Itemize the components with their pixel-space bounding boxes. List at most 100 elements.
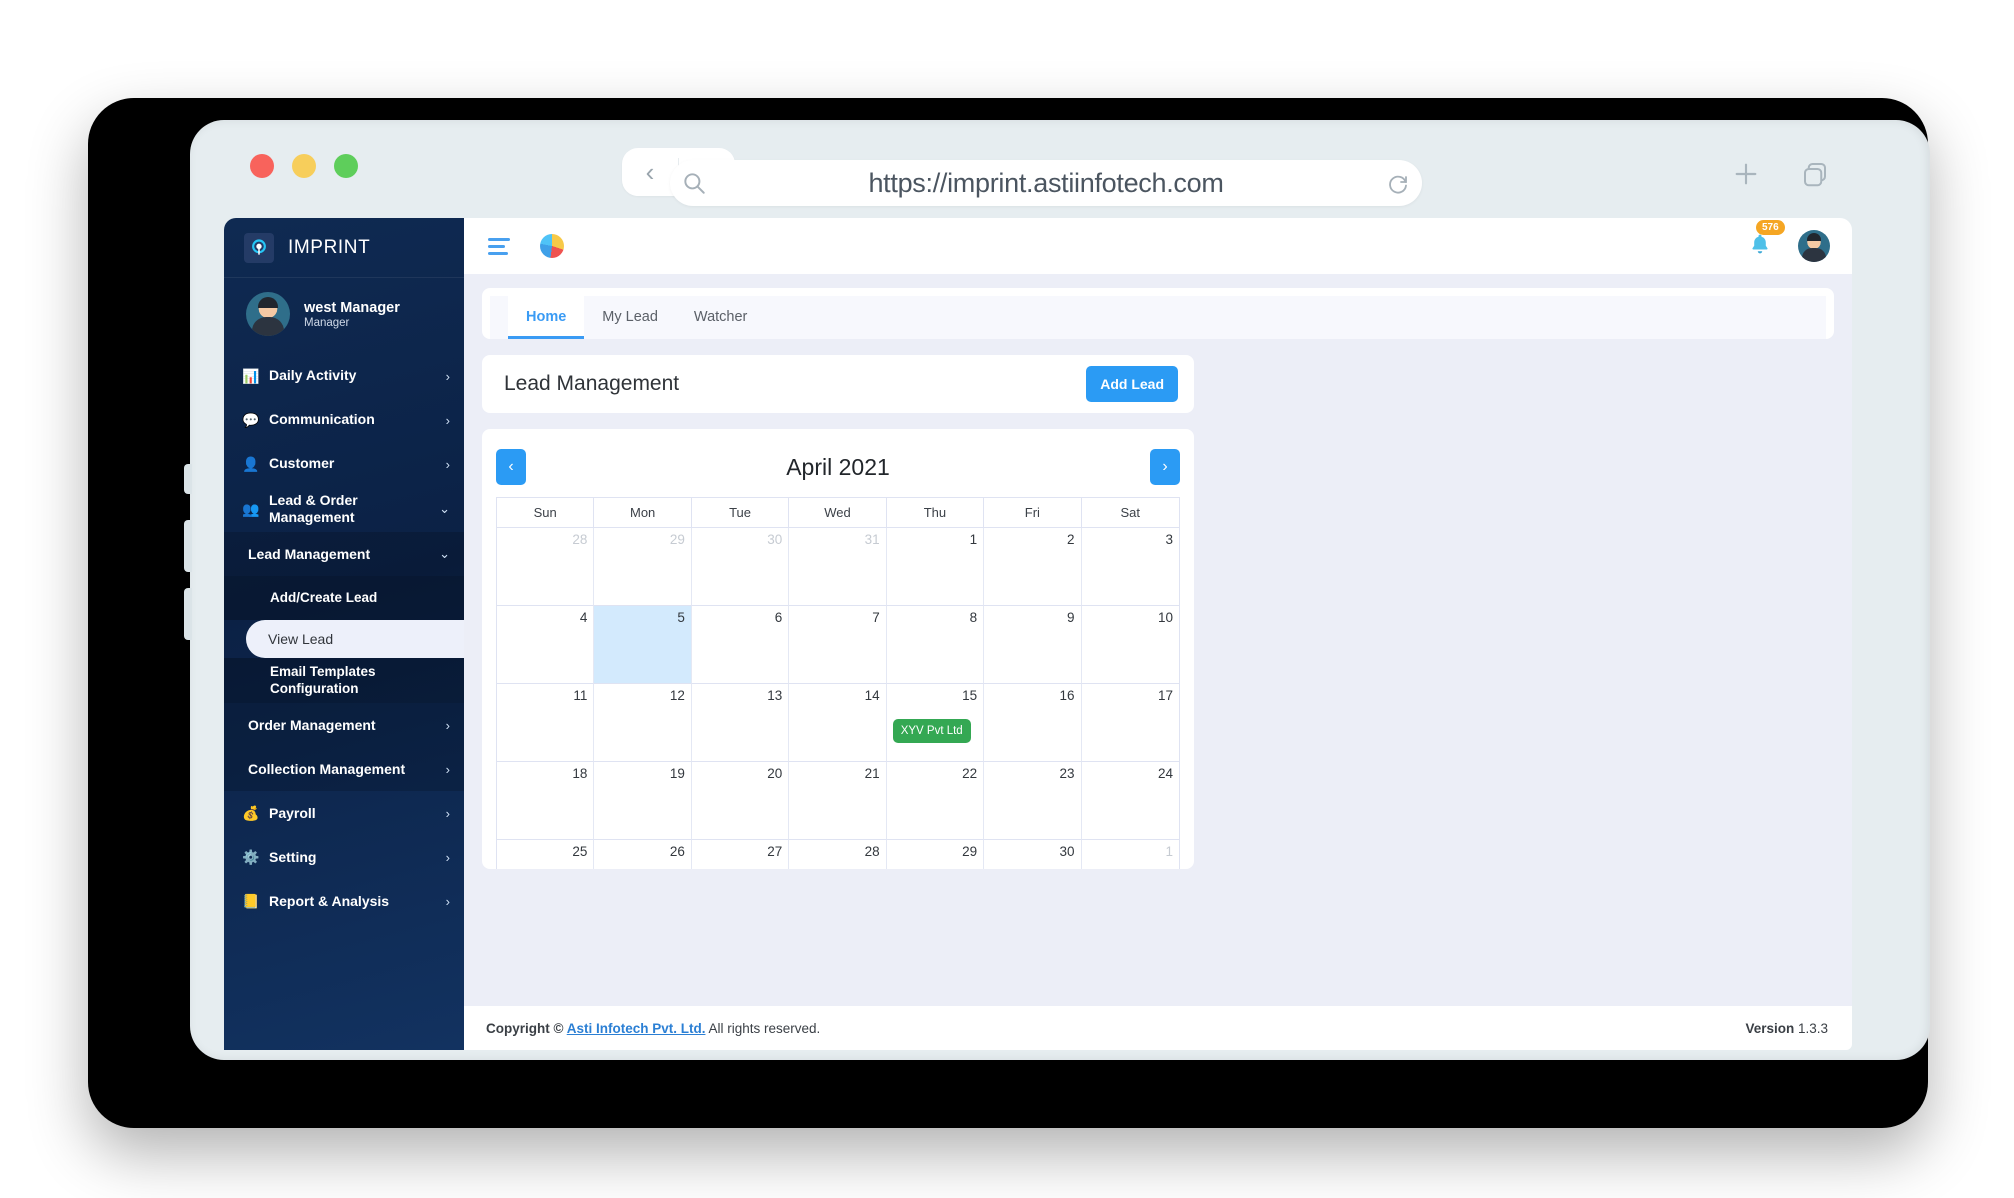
weekday-thu: Thu bbox=[886, 498, 985, 528]
calendar-weekday-row: Sun Mon Tue Wed Thu Fri Sat bbox=[497, 498, 1179, 528]
calendar-day-cell[interactable]: 30 bbox=[984, 840, 1082, 869]
calendar-week-row: 28 29 30 31 1 2 3 bbox=[497, 528, 1179, 606]
calendar-day-cell[interactable]: 16 bbox=[984, 684, 1082, 762]
calendar-day-cell[interactable]: 20 bbox=[691, 762, 790, 840]
calendar-day-cell[interactable]: 14 bbox=[789, 684, 887, 762]
sidebar-item-payroll[interactable]: 💰 Payroll › bbox=[224, 791, 464, 835]
pie-chart-icon[interactable] bbox=[540, 234, 564, 258]
hamburger-icon[interactable] bbox=[488, 237, 510, 255]
calendar-day-cell[interactable]: 2 bbox=[984, 528, 1082, 606]
tab-watcher[interactable]: Watcher bbox=[676, 296, 765, 339]
calendar-day-cell[interactable]: 31 bbox=[789, 528, 887, 606]
calendar-day-number: 13 bbox=[767, 688, 783, 703]
calendar-day-cell[interactable]: 11 bbox=[497, 684, 595, 762]
tab-my-lead[interactable]: My Lead bbox=[584, 296, 676, 339]
calendar-day-cell[interactable]: 22 bbox=[886, 762, 985, 840]
user-avatar[interactable] bbox=[1798, 230, 1830, 262]
calendar-day-number: 20 bbox=[767, 766, 783, 781]
sidebar-item-daily-activity[interactable]: 📊 Daily Activity › bbox=[224, 354, 464, 398]
url-text: https://imprint.astiinfotech.com bbox=[868, 167, 1224, 198]
calendar-grid: Sun Mon Tue Wed Thu Fri Sat 28 29 30 31 1 2 3 4… bbox=[496, 497, 1180, 869]
calendar-header: ‹ April 2021 › bbox=[496, 445, 1180, 489]
calendar-day-cell[interactable]: 9 bbox=[984, 606, 1082, 684]
calendar-day-cell[interactable]: 5 bbox=[594, 606, 692, 684]
calendar-day-cell[interactable]: 7 bbox=[789, 606, 887, 684]
window-traffic-lights bbox=[250, 154, 358, 178]
calendar-day-cell[interactable]: 8 bbox=[886, 606, 985, 684]
calendar-day-cell[interactable]: 4 bbox=[497, 606, 595, 684]
calendar-day-number: 28 bbox=[864, 844, 880, 859]
copyright-prefix: Copyright © bbox=[486, 1020, 567, 1036]
report-icon: 📒 bbox=[242, 893, 260, 910]
calendar-day-cell[interactable]: 1 bbox=[886, 528, 985, 606]
calendar-day-cell[interactable]: 28 bbox=[789, 840, 887, 869]
calendar-day-cell[interactable]: 10 bbox=[1081, 606, 1179, 684]
sidebar-item-lead-and-order-management[interactable]: 👥 Lead & Order Management ⌄ bbox=[224, 486, 464, 532]
footer: Copyright © Asti Infotech Pvt. Ltd. All … bbox=[464, 1006, 1852, 1050]
sidebar-item-order-management[interactable]: Order Management › bbox=[224, 703, 464, 748]
calendar-day-cell[interactable]: 17 bbox=[1081, 684, 1179, 762]
calendar-day-cell[interactable]: 1 bbox=[1082, 840, 1179, 869]
search-icon bbox=[670, 170, 718, 196]
close-window-button[interactable] bbox=[250, 154, 274, 178]
sidebar-item-customer[interactable]: 👤 Customer › bbox=[224, 442, 464, 486]
calendar-day-cell[interactable]: 21 bbox=[789, 762, 887, 840]
calendar-day-cell[interactable]: 29 bbox=[594, 528, 692, 606]
calendar-day-cell[interactable]: 12 bbox=[594, 684, 692, 762]
address-bar[interactable]: https://imprint.astiinfotech.com bbox=[670, 160, 1422, 206]
sidebar-item-view-lead[interactable]: View Lead bbox=[246, 620, 464, 659]
calendar-day-cell[interactable]: 24 bbox=[1081, 762, 1179, 840]
calendar-day-cell[interactable]: 15 XYV Pvt Ltd bbox=[886, 684, 985, 762]
calendar-event[interactable]: XYV Pvt Ltd bbox=[892, 719, 971, 743]
calendar-day-cell[interactable]: 27 bbox=[692, 840, 790, 869]
notification-badge: 576 bbox=[1756, 219, 1785, 235]
calendar-prev-button[interactable]: ‹ bbox=[496, 449, 526, 485]
plus-icon[interactable] bbox=[1730, 158, 1762, 195]
chevron-right-icon: › bbox=[445, 717, 450, 733]
calendar-day-cell[interactable]: 23 bbox=[984, 762, 1082, 840]
sidebar: IMPRINT west Manager Manager 📊 Daily Act… bbox=[224, 218, 464, 1050]
minimize-window-button[interactable] bbox=[292, 154, 316, 178]
sidebar-item-email-templates-configuration[interactable]: Email Templates Configuration bbox=[224, 658, 464, 704]
maximize-window-button[interactable] bbox=[334, 154, 358, 178]
chevron-right-icon: › bbox=[445, 456, 450, 472]
calendar-day-cell[interactable]: 30 bbox=[691, 528, 790, 606]
add-lead-button[interactable]: Add Lead bbox=[1086, 366, 1178, 402]
content-area: Home My Lead Watcher Lead Management Add… bbox=[464, 274, 1852, 1050]
calendar-next-button[interactable]: › bbox=[1150, 449, 1180, 485]
calendar-day-cell[interactable]: 13 bbox=[691, 684, 790, 762]
bell-icon[interactable]: 576 bbox=[1748, 219, 1785, 262]
sidebar-item-collection-management[interactable]: Collection Management › bbox=[224, 747, 464, 792]
sidebar-item-add-create-lead[interactable]: Add/Create Lead bbox=[224, 576, 464, 621]
calendar-day-cell[interactable]: 18 bbox=[497, 762, 595, 840]
company-link[interactable]: Asti Infotech Pvt. Ltd. bbox=[567, 1021, 706, 1036]
tabs-card: Home My Lead Watcher bbox=[482, 288, 1834, 339]
main-panel: 576 Home My Lead Watcher Lead Management… bbox=[464, 218, 1852, 1050]
calendar-body: 28 29 30 31 1 2 3 4 5 6 7 8 9 10 11 12 13 14 15 XYV Pvt Ltd… bbox=[497, 528, 1179, 869]
sidebar-item-label: View Lead bbox=[268, 630, 334, 647]
brand[interactable]: IMPRINT bbox=[224, 218, 464, 278]
calendar-day-cell[interactable]: 6 bbox=[691, 606, 790, 684]
calendar-day-cell[interactable]: 25 bbox=[497, 840, 595, 869]
sidebar-item-communication[interactable]: 💬 Communication › bbox=[224, 398, 464, 442]
calendar-day-cell[interactable]: 28 bbox=[497, 528, 595, 606]
sidebar-item-lead-management[interactable]: Lead Management ⌄ bbox=[224, 532, 464, 577]
calendar-title: April 2021 bbox=[786, 453, 890, 480]
sidebar-item-setting[interactable]: ⚙️ Setting › bbox=[224, 835, 464, 879]
reload-icon[interactable] bbox=[1374, 171, 1422, 195]
calendar-day-cell[interactable]: 19 bbox=[594, 762, 692, 840]
sidebar-profile[interactable]: west Manager Manager bbox=[224, 278, 464, 350]
sidebar-item-label: Payroll bbox=[269, 804, 316, 821]
calendar-day-cell[interactable]: 26 bbox=[594, 840, 692, 869]
calendar-day-number: 11 bbox=[573, 688, 588, 703]
copy-tabs-icon[interactable] bbox=[1800, 159, 1830, 194]
sidebar-item-label: Collection Management bbox=[248, 760, 406, 777]
chevron-down-icon: ⌄ bbox=[439, 501, 450, 517]
sidebar-item-report-and-analysis[interactable]: 📒 Report & Analysis › bbox=[224, 879, 464, 923]
calendar-day-cell[interactable]: 29 bbox=[887, 840, 985, 869]
calendar-day-number: 21 bbox=[864, 766, 880, 781]
calendar-day-cell[interactable]: 3 bbox=[1081, 528, 1179, 606]
weekday-wed: Wed bbox=[789, 498, 887, 528]
tab-home[interactable]: Home bbox=[508, 296, 585, 339]
calendar-day-number: 30 bbox=[767, 532, 783, 547]
